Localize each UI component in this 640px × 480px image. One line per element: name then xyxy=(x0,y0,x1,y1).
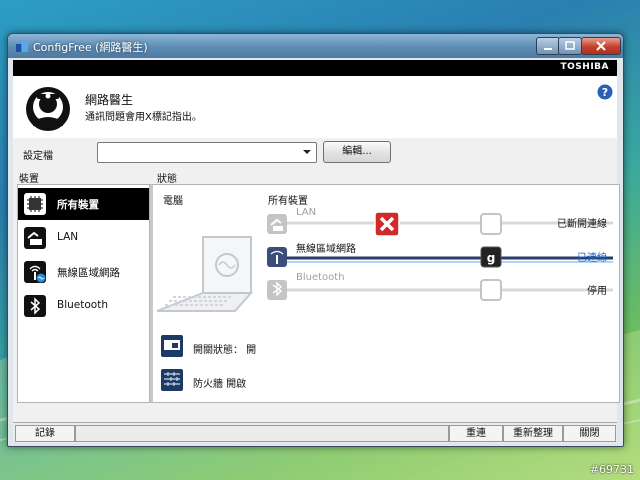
app-icon xyxy=(16,40,28,52)
device-item-bluetooth[interactable]: Bluetooth xyxy=(18,290,149,322)
chevron-down-icon xyxy=(303,150,311,154)
close-button[interactable]: 關閉 xyxy=(563,425,616,442)
firewall-icon xyxy=(161,369,183,391)
minimize-icon xyxy=(544,48,552,50)
laptop-icon xyxy=(156,236,254,312)
watermark-text: #69731 xyxy=(589,463,634,476)
network-doctor-icon xyxy=(26,87,70,131)
device-item-label: LAN xyxy=(57,231,79,243)
device-item-lan[interactable]: LAN xyxy=(18,222,149,254)
status-panel: 電腦 所有裝置 g LAN 無線區域網路 Bluetooth 已斷開連線 已連線… xyxy=(150,184,620,403)
profile-row: 設定檔 編輯... xyxy=(13,138,617,168)
wireless-badge: g xyxy=(487,251,496,265)
switch-state-label: 開關狀態： 開 xyxy=(193,345,257,356)
title-bar[interactable]: ConfigFree (網路醫生) xyxy=(8,34,623,58)
edit-profile-button[interactable]: 編輯... xyxy=(323,141,391,163)
firewall-label: 防火牆 開啟 xyxy=(193,379,247,390)
window-title: ConfigFree (網路醫生) xyxy=(33,41,148,54)
lan-cable-icon xyxy=(24,227,46,249)
lan-row-label: LAN xyxy=(296,207,317,218)
bluetooth-icon xyxy=(24,295,46,317)
profile-label: 設定檔 xyxy=(23,151,53,162)
chip-icon xyxy=(24,193,46,215)
help-icon[interactable]: ? xyxy=(597,84,613,100)
wireless-icon xyxy=(24,261,46,283)
device-item-all[interactable]: 所有裝置 xyxy=(18,188,149,220)
client-area: TOSHIBA 網路醫生 通訊問題會用X標記指出。 ? 設定檔 編輯... 裝置… xyxy=(13,60,620,443)
close-icon xyxy=(596,41,606,51)
reconnect-button[interactable]: 重連 xyxy=(449,425,503,442)
header-subtitle: 通訊問題會用X標記指出。 xyxy=(85,112,202,123)
bluetooth-row-label: Bluetooth xyxy=(296,272,345,283)
bluetooth-status-text: 停用 xyxy=(587,286,607,297)
profile-select[interactable] xyxy=(97,142,317,163)
minimize-button[interactable] xyxy=(536,37,560,55)
brand-bar: TOSHIBA xyxy=(13,60,617,76)
device-item-label: 無線區域網路 xyxy=(57,267,120,279)
devices-column-header: 裝置 xyxy=(19,174,39,185)
refresh-button[interactable]: 重新整理 xyxy=(503,425,563,442)
wireless-row-label: 無線區域網路 xyxy=(296,244,356,255)
brand-logo: TOSHIBA xyxy=(560,62,609,72)
lan-status-node xyxy=(480,213,502,235)
status-column-header: 狀態 xyxy=(157,174,177,185)
maximize-icon xyxy=(565,41,575,50)
switch-state-icon xyxy=(161,335,183,357)
device-item-label: Bluetooth xyxy=(57,299,108,311)
lan-status-text: 已斷開連線 xyxy=(557,219,607,230)
bluetooth-status-node xyxy=(480,279,502,301)
configfree-window: ConfigFree (網路醫生) TOSHIBA 網路醫生 通訊問題會用X標記 xyxy=(7,33,624,447)
wireless-status-text: 已連線 xyxy=(577,253,607,264)
header-panel: 網路醫生 通訊問題會用X標記指出。 ? xyxy=(13,76,617,139)
header-title: 網路醫生 xyxy=(85,93,134,107)
log-button[interactable]: 記錄 xyxy=(15,425,75,442)
bottom-toolbar: 記錄 重連 重新整理 關閉 xyxy=(13,422,617,443)
device-item-label: 所有裝置 xyxy=(57,199,99,211)
close-window-button[interactable] xyxy=(581,37,621,55)
maximize-button[interactable] xyxy=(558,37,582,55)
device-item-wireless[interactable]: 無線區域網路 xyxy=(18,256,149,288)
device-list: 所有裝置 LAN 無線區域網路 Bluetooth xyxy=(17,184,150,403)
status-message-area xyxy=(75,425,449,442)
connection-diagram: g xyxy=(156,211,613,391)
svg-text:?: ? xyxy=(602,86,608,99)
